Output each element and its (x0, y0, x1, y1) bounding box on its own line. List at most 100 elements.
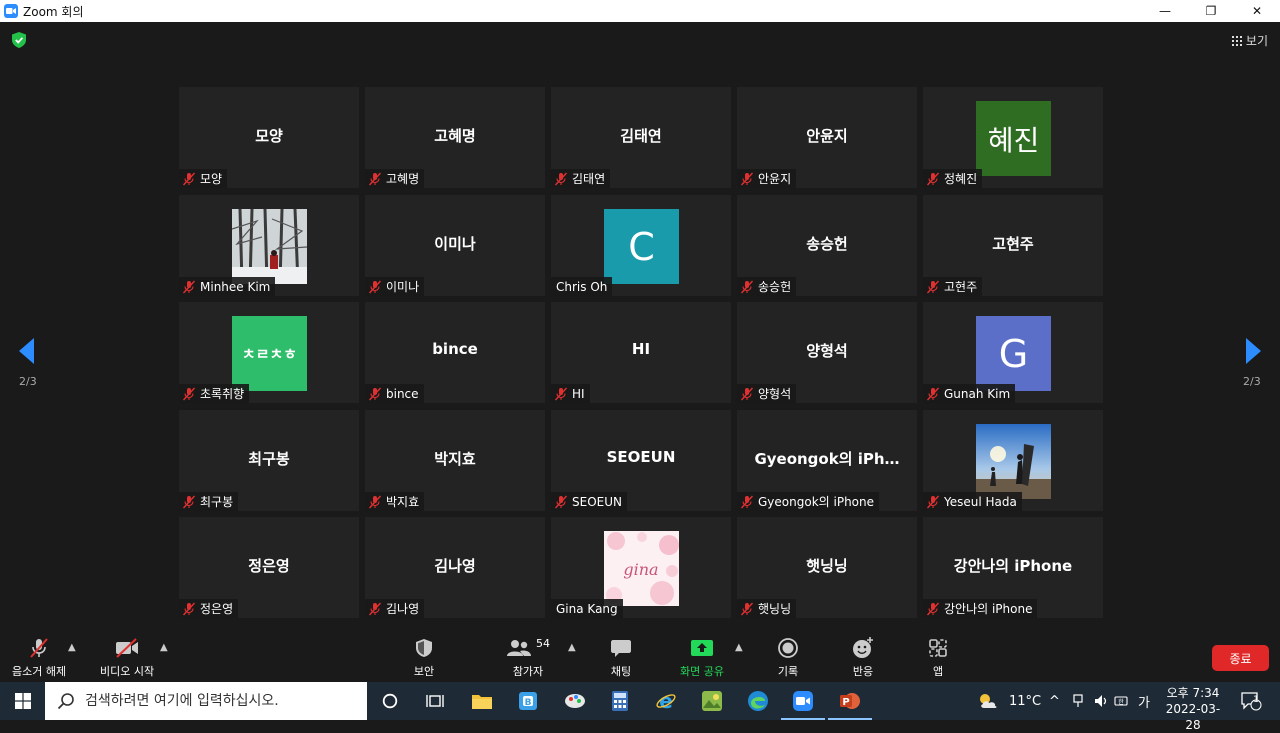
participant-tile[interactable]: SEOEUN SEOEUN (551, 410, 731, 511)
show-hidden-icons-chevron-icon[interactable]: ^ (1049, 682, 1060, 720)
muted-mic-icon (368, 280, 382, 293)
muted-mic-icon (368, 495, 382, 508)
participant-tile[interactable]: HI HI (551, 302, 731, 403)
share-options-chevron-icon[interactable]: ▲ (735, 642, 743, 653)
muted-mic-icon (740, 602, 754, 615)
volume-icon[interactable] (1093, 682, 1109, 720)
previous-page-arrow-icon[interactable] (19, 338, 34, 364)
participant-tile[interactable]: 김나영 김나영 (365, 517, 545, 618)
participant-name-text: 김나영 (386, 602, 420, 616)
participant-name-text: 박지효 (386, 495, 420, 509)
meeting-toolbar: 음소거 해제 ▲ 비디오 시작 ▲ 보안 54 참가자 ▲ 채팅 화면 공유 ▲ (0, 630, 1280, 682)
minimize-button[interactable]: — (1142, 0, 1188, 22)
participant-name-label: Gina Kang (551, 599, 623, 618)
participant-tile[interactable]: 박지효 박지효 (365, 410, 545, 511)
file-explorer-icon[interactable] (468, 687, 496, 715)
apps-button[interactable]: 앱 (928, 636, 948, 679)
participant-tile[interactable]: bince bince (365, 302, 545, 403)
close-button[interactable]: ✕ (1234, 0, 1280, 22)
muted-mic-icon (182, 280, 196, 293)
participant-display-name: Gyeongok의 iPh… (754, 450, 900, 468)
participant-name-label: 고혜명 (365, 169, 425, 188)
participant-tile[interactable]: 최구봉 최구봉 (179, 410, 359, 511)
zoom-app-icon[interactable] (789, 687, 817, 715)
participant-tile[interactable]: G Gunah Kim (923, 302, 1103, 403)
participant-name-text: HI (572, 386, 585, 401)
ime-mode-icon[interactable]: 한 (1114, 682, 1132, 720)
unmute-button[interactable]: 음소거 해제 (12, 636, 66, 679)
weather-widget[interactable]: 11°C (976, 682, 1041, 720)
view-button[interactable]: 보기 (1231, 32, 1268, 49)
start-video-button[interactable]: 비디오 시작 (100, 636, 154, 679)
muted-mic-icon (740, 495, 754, 508)
end-meeting-button[interactable]: 종료 (1212, 645, 1269, 671)
restore-button[interactable]: ❐ (1188, 0, 1234, 22)
participants-button[interactable]: 54 참가자 (506, 636, 550, 679)
task-view-icon[interactable] (421, 687, 449, 715)
participant-tile[interactable]: Gyeongok의 iPh… Gyeongok의 iPhone (737, 410, 917, 511)
encryption-shield-icon[interactable] (12, 32, 26, 48)
apps-label: 앱 (932, 665, 944, 678)
participant-tile[interactable]: ㅊㄹㅊㅎ 초록취향 (179, 302, 359, 403)
participant-display-name: 모양 (255, 127, 283, 145)
participant-tile[interactable]: 강안나의 iPhone 강안나의 iPhone (923, 517, 1103, 618)
participant-display-name: 최구봉 (248, 450, 290, 468)
calculator-icon[interactable] (606, 687, 634, 715)
participant-tile[interactable]: 안윤지 안윤지 (737, 87, 917, 188)
taskbar-search-box[interactable] (45, 682, 367, 720)
photos-app-icon[interactable] (698, 687, 726, 715)
participant-display-name: 이미나 (434, 235, 476, 253)
participant-name-text: 고현주 (944, 280, 978, 294)
next-page-arrow-icon[interactable] (1246, 338, 1261, 364)
security-button[interactable]: 보안 (413, 636, 435, 679)
edge-browser-icon[interactable] (744, 687, 772, 715)
participant-tile[interactable]: 이미나 이미나 (365, 195, 545, 296)
record-button[interactable]: 기록 (777, 636, 799, 679)
participant-name-text: 최구봉 (200, 495, 234, 509)
participant-tile[interactable]: 송승헌 송승헌 (737, 195, 917, 296)
participant-tile[interactable]: 양형석 양형석 (737, 302, 917, 403)
internet-explorer-icon[interactable]: e (652, 687, 680, 715)
participant-tile[interactable]: Minhee Kim (179, 195, 359, 296)
participant-tile[interactable]: 정은영 정은영 (179, 517, 359, 618)
start-button[interactable] (0, 682, 45, 720)
taskbar-clock[interactable]: 오후 7:34 2022-03-28 (1160, 685, 1226, 733)
participant-name-label: Minhee Kim (179, 277, 276, 296)
store-app-icon[interactable]: B (514, 687, 542, 715)
participant-tile[interactable]: 모양 모양 (179, 87, 359, 188)
ime-language-indicator[interactable]: 가 (1138, 682, 1150, 720)
participants-options-chevron-icon[interactable]: ▲ (568, 642, 576, 653)
participants-count: 54 (536, 636, 550, 650)
notification-count: 1 (1253, 695, 1259, 705)
participant-name-text: 초록취향 (200, 387, 245, 401)
gina-pink-photo: gina (604, 531, 679, 606)
window-title: Zoom 회의 (23, 4, 84, 19)
clock-date: 2022-03-28 (1165, 702, 1221, 732)
participant-tile[interactable]: 혜진 정혜진 (923, 87, 1103, 188)
muted-mic-icon (182, 172, 196, 185)
page-indicator-right: 2/3 (1243, 375, 1261, 388)
paint-app-icon[interactable] (561, 687, 589, 715)
muted-mic-icon (740, 387, 754, 400)
share-screen-button[interactable]: 화면 공유 (680, 636, 724, 679)
video-options-chevron-icon[interactable]: ▲ (160, 642, 168, 653)
reaction-emoji-icon (851, 636, 875, 660)
reactions-button[interactable]: 반응 (851, 636, 875, 679)
chat-label: 채팅 (610, 665, 632, 678)
window-titlebar: Zoom 회의 — ❐ ✕ (0, 0, 1280, 22)
audio-options-chevron-icon[interactable]: ▲ (68, 642, 76, 653)
participant-tile[interactable]: C Chris Oh (551, 195, 731, 296)
cortana-icon[interactable] (376, 687, 404, 715)
participant-tile[interactable]: 김태연 김태연 (551, 87, 731, 188)
taskbar-search-input[interactable] (85, 693, 355, 709)
network-icon[interactable] (1071, 682, 1085, 720)
participant-tile[interactable]: gina Gina Kang (551, 517, 731, 618)
start-video-label: 비디오 시작 (100, 665, 155, 678)
participant-tile[interactable]: 햇닝닝 햇닝닝 (737, 517, 917, 618)
participant-tile[interactable]: 고현주 고현주 (923, 195, 1103, 296)
participant-tile[interactable]: 고혜명 고혜명 (365, 87, 545, 188)
notification-center-icon[interactable]: 1 (1240, 682, 1262, 720)
participant-tile[interactable]: Yeseul Hada (923, 410, 1103, 511)
chat-button[interactable]: 채팅 (610, 636, 632, 679)
powerpoint-icon[interactable]: P (836, 687, 864, 715)
